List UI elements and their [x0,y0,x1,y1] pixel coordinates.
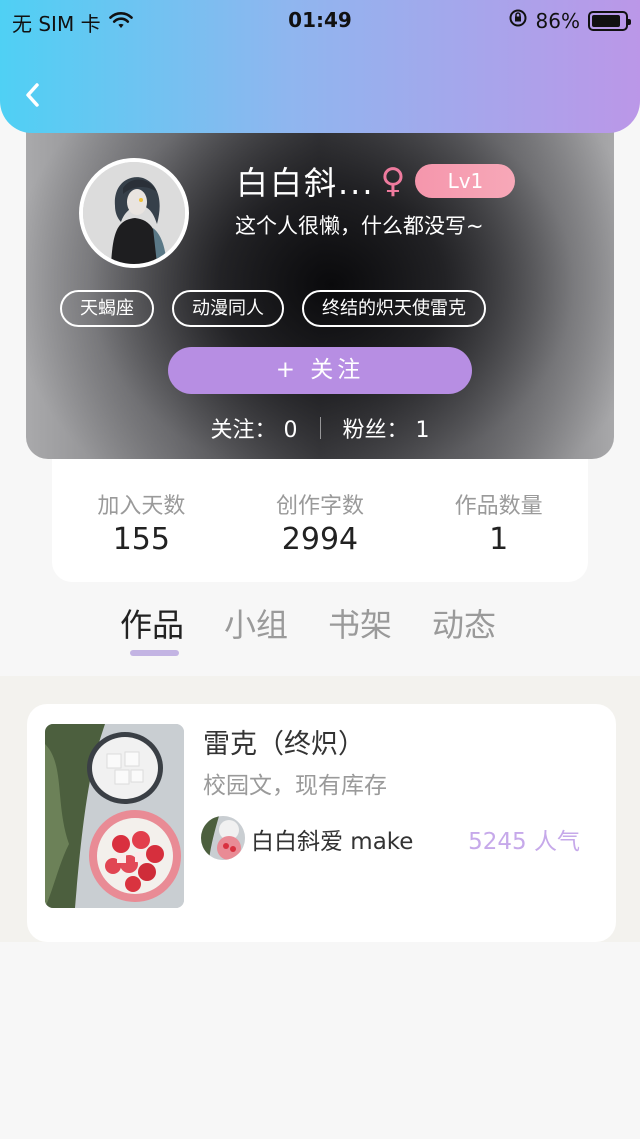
stat-works-count: 作品数量 1 [424,488,574,582]
follow-button[interactable]: + 关注 [168,347,472,394]
work-description: 校园文，现有库存 [203,773,387,799]
tab-bar: 作品 小组 书架 动态 [120,600,496,656]
battery-fill [592,14,620,27]
popularity-count: 5245 人气 [468,829,580,855]
avatar[interactable] [79,158,189,268]
level-badge: Lv1 [415,164,516,198]
tab-label: 动态 [432,606,497,644]
stats-card: 加入天数 155 创作字数 2994 作品数量 1 [52,440,588,582]
tab-groups[interactable]: 小组 [224,600,288,646]
stat-label: 创作字数 [275,494,364,519]
work-title: 雷克（终炽） [203,729,365,760]
tab-label: 书架 [328,606,393,644]
following-stat[interactable]: 关注： 0 [210,412,297,444]
bio-text: 这个人很懒，什么都没写~ [235,214,484,238]
tab-label: 作品 [120,606,185,644]
status-right: 86% [508,8,631,33]
followers-count: 1 [415,418,430,443]
battery-icon [588,10,631,31]
profile-card: 白白斜... ♀ Lv1 这个人很懒，什么都没写~ 天蝎座 动漫同人 终结的炽天… [26,110,614,459]
stat-label: 作品数量 [454,494,543,519]
work-cover-image [45,724,184,908]
female-icon: ♀ [380,161,406,201]
chevron-left-icon [26,83,39,107]
divider [319,417,321,439]
avatar-image [83,162,185,264]
author-avatar [201,816,245,860]
stat-value: 1 [489,522,509,557]
stat-value: 2994 [281,522,359,557]
profile-page: 无 SIM 卡 01:49 86% 白白斜... ♀ Lv1 这个人很懒，什么都… [0,0,640,1139]
tab-label: 小组 [224,606,289,644]
stat-word-count: 创作字数 2994 [245,488,395,582]
rotation-lock-icon [508,8,528,33]
following-label: 关注： [210,418,277,443]
header-bar: 无 SIM 卡 01:49 86% [0,0,640,133]
followers-label: 粉丝： [342,418,409,443]
following-count: 0 [283,418,298,443]
tag-fandom[interactable]: 终结的炽天使雷克 [302,290,486,327]
author-name: 白白斜爱 make [251,829,414,855]
follow-counts: 关注： 0 粉丝： 1 [26,412,614,444]
tag-list: 天蝎座 动漫同人 终结的炽天使雷克 [60,290,486,327]
status-bar: 无 SIM 卡 01:49 86% [0,4,640,36]
back-button[interactable] [20,80,50,110]
stat-value: 155 [112,522,170,557]
stat-join-days: 加入天数 155 [66,488,216,582]
name-row: 白白斜... ♀ Lv1 [236,158,516,204]
active-tab-indicator [130,650,180,656]
battery-percent: 86% [535,8,580,33]
tag-zodiac[interactable]: 天蝎座 [60,290,154,327]
username: 白白斜... [236,164,375,202]
tab-activity[interactable]: 动态 [432,600,496,646]
work-card[interactable]: 雷克（终炽） 校园文，现有库存 白白斜爱 make 5245 人气 [27,704,616,942]
followers-stat[interactable]: 粉丝： 1 [343,412,430,444]
tab-bookshelf[interactable]: 书架 [328,600,392,646]
tab-works[interactable]: 作品 [120,600,185,656]
tag-category[interactable]: 动漫同人 [172,290,284,327]
stat-label: 加入天数 [97,494,186,519]
